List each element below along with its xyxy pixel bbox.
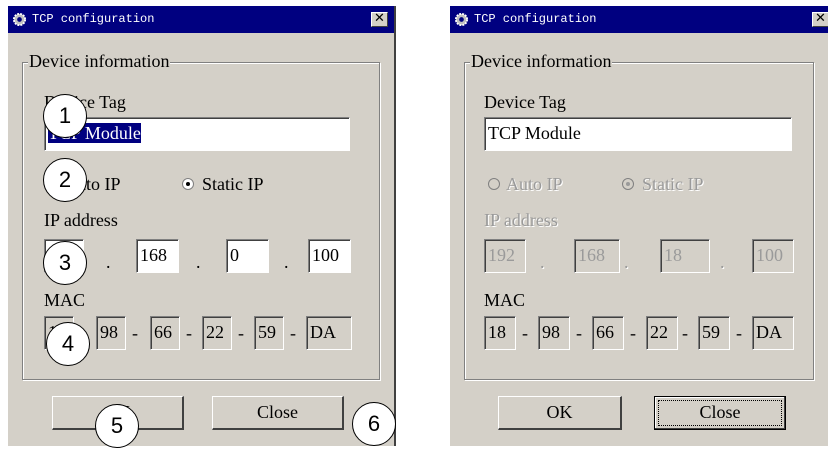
tcp-config-dialog-right: TCP configuration ✕ Device information D… xyxy=(450,6,828,446)
gear-icon xyxy=(454,12,469,27)
ip-octet-1-input[interactable]: 192 xyxy=(484,239,526,273)
mac-separator: - xyxy=(522,323,528,343)
mac-octet-3: 66 xyxy=(150,316,180,350)
ip-separator: . xyxy=(540,252,545,272)
title-bar: TCP configuration ✕ xyxy=(450,6,828,33)
callout-marker-4: 4 xyxy=(46,322,90,366)
mac-label: MAC xyxy=(44,290,86,310)
ip-separator: . xyxy=(196,252,201,272)
group-label: Device information xyxy=(28,51,171,71)
auto-ip-label: Auto IP xyxy=(506,174,563,194)
radio-selected-dot xyxy=(626,182,630,186)
close-button[interactable]: Close xyxy=(654,396,786,430)
callout-marker-2: 2 xyxy=(43,158,87,202)
device-tag-label: Device Tag xyxy=(484,92,566,112)
static-ip-radio[interactable] xyxy=(622,178,634,190)
ip-separator: . xyxy=(624,252,629,272)
ip-octet-3-input[interactable]: 18 xyxy=(660,239,710,273)
ip-octet-4-input[interactable]: 100 xyxy=(308,239,351,273)
close-button[interactable]: Close xyxy=(212,396,344,430)
mac-separator: - xyxy=(630,323,636,343)
ip-octet-3-input[interactable]: 0 xyxy=(226,239,269,273)
mac-octet-6: DA xyxy=(306,316,352,350)
callout-marker-1: 1 xyxy=(43,94,87,138)
ip-octet-4-input[interactable]: 100 xyxy=(752,239,794,273)
ip-address-label: IP address xyxy=(484,210,558,230)
mac-separator: - xyxy=(238,323,244,343)
close-icon[interactable]: ✕ xyxy=(371,12,388,27)
gear-icon xyxy=(12,12,27,27)
mac-octet-6: DA xyxy=(752,316,794,350)
title-bar: TCP configuration ✕ xyxy=(8,6,394,33)
ip-separator: . xyxy=(284,252,289,272)
mac-separator: - xyxy=(576,323,582,343)
mac-octet-3: 66 xyxy=(592,316,624,350)
mac-octet-5: 59 xyxy=(254,316,284,350)
callout-marker-3: 3 xyxy=(43,241,87,285)
mac-separator: - xyxy=(736,323,742,343)
mac-octet-2: 98 xyxy=(96,316,126,350)
mac-separator: - xyxy=(132,323,138,343)
group-label: Device information xyxy=(470,51,613,71)
device-tag-input[interactable]: TCP Module xyxy=(44,117,350,151)
callout-marker-6: 6 xyxy=(352,402,396,446)
mac-label: MAC xyxy=(484,290,526,310)
static-ip-label: Static IP xyxy=(202,174,264,194)
mac-octet-5: 59 xyxy=(698,316,730,350)
window-title: TCP configuration xyxy=(32,12,155,26)
mac-octet-4: 22 xyxy=(646,316,678,350)
auto-ip-radio[interactable] xyxy=(488,178,500,190)
ok-button[interactable]: OK xyxy=(498,396,622,430)
ip-address-label: IP address xyxy=(44,210,118,230)
mac-separator: - xyxy=(290,323,296,343)
mac-octet-1: 18 xyxy=(484,316,516,350)
callout-marker-5: 5 xyxy=(95,404,139,448)
mac-octet-2: 98 xyxy=(538,316,570,350)
static-ip-label: Static IP xyxy=(642,174,704,194)
tcp-config-dialog-left: TCP configuration ✕ Device information D… xyxy=(8,6,396,446)
close-icon[interactable]: ✕ xyxy=(812,12,828,27)
ip-octet-2-input[interactable]: 168 xyxy=(574,239,620,273)
mac-separator: - xyxy=(682,323,688,343)
mac-separator: - xyxy=(186,323,192,343)
device-tag-input[interactable]: TCP Module xyxy=(484,117,792,151)
mac-octet-4: 22 xyxy=(202,316,232,350)
ip-separator: . xyxy=(106,252,111,272)
radio-selected-dot xyxy=(186,182,190,186)
ip-separator: . xyxy=(720,252,725,272)
ip-octet-2-input[interactable]: 168 xyxy=(136,239,179,273)
static-ip-radio[interactable] xyxy=(182,178,194,190)
window-title: TCP configuration xyxy=(474,12,597,26)
